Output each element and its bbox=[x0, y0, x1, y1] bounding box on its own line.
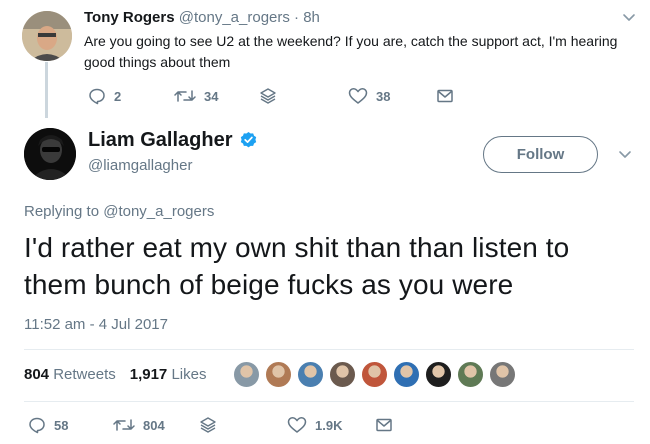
chevron-down-icon[interactable] bbox=[617, 147, 633, 163]
reply-button[interactable]: 2 bbox=[88, 87, 121, 105]
liker-avatar[interactable] bbox=[392, 360, 421, 389]
reply-icon bbox=[89, 88, 105, 105]
divider bbox=[24, 349, 634, 350]
liker-avatar[interactable] bbox=[360, 360, 389, 389]
likes-stat-count: 1,917 bbox=[129, 366, 168, 383]
engagement-stats: 804 Retweets 1,917 Likes bbox=[24, 366, 206, 383]
reply-count: 58 bbox=[54, 417, 69, 433]
retweets-stat-link[interactable]: 804 Retweets bbox=[24, 366, 116, 383]
like-count: 1.9K bbox=[315, 417, 343, 433]
replying-handle-link[interactable]: @tony_a_rogers bbox=[103, 203, 214, 220]
envelope-icon bbox=[376, 418, 392, 432]
likes-stat-link[interactable]: 1,917 Likes bbox=[130, 366, 207, 383]
replying-to: Replying to @tony_a_rogers bbox=[24, 203, 214, 220]
retweet-count: 34 bbox=[204, 88, 219, 104]
retweet-button[interactable]: 34 bbox=[174, 87, 218, 105]
message-button[interactable] bbox=[436, 87, 454, 105]
author-name-block: Liam Gallagher bbox=[88, 129, 258, 152]
divider bbox=[24, 401, 634, 402]
verified-badge-icon bbox=[240, 131, 256, 148]
retweets-stat-count: 804 bbox=[24, 366, 50, 383]
liker-avatar[interactable] bbox=[264, 360, 293, 389]
meta-separator: · bbox=[289, 9, 304, 26]
liker-avatar[interactable] bbox=[456, 360, 485, 389]
like-button[interactable]: 1.9K bbox=[287, 416, 342, 434]
heart-icon bbox=[348, 88, 368, 104]
reply-icon bbox=[29, 417, 45, 434]
avatar[interactable] bbox=[24, 128, 76, 180]
chevron-down-icon[interactable] bbox=[621, 10, 637, 26]
retweet-icon bbox=[113, 419, 135, 431]
retweet-icon bbox=[174, 90, 196, 102]
replying-prefix: Replying to bbox=[24, 203, 104, 220]
parent-tweet-text: Are you going to see U2 at the weekend? … bbox=[84, 33, 618, 70]
avatar[interactable] bbox=[22, 11, 72, 61]
stack-icon bbox=[200, 417, 216, 433]
like-count: 38 bbox=[376, 88, 391, 104]
thread-connector-line bbox=[45, 62, 48, 118]
liker-avatar[interactable] bbox=[488, 360, 517, 389]
avatar-image bbox=[22, 11, 72, 61]
reply-count: 2 bbox=[114, 88, 122, 104]
author-handle[interactable]: @liamgallagher bbox=[88, 157, 192, 174]
liker-avatar[interactable] bbox=[424, 360, 453, 389]
like-button[interactable]: 38 bbox=[348, 87, 390, 105]
liker-avatar[interactable] bbox=[296, 360, 325, 389]
stack-icon bbox=[260, 88, 276, 104]
retweet-count: 804 bbox=[143, 417, 165, 433]
author-name[interactable]: Liam Gallagher bbox=[88, 129, 233, 152]
message-button[interactable] bbox=[375, 416, 393, 434]
avatar-image bbox=[24, 128, 76, 180]
author-name[interactable]: Tony Rogers bbox=[84, 9, 175, 26]
retweets-stat-label: Retweets bbox=[53, 366, 116, 383]
follow-button[interactable]: Follow bbox=[483, 136, 598, 173]
liker-avatar[interactable] bbox=[232, 360, 261, 389]
author-handle[interactable]: @tony_a_rogers bbox=[179, 9, 290, 26]
stack-button[interactable] bbox=[199, 416, 217, 434]
reply-button[interactable]: 58 bbox=[28, 416, 68, 434]
tweet-text: I'd rather eat my own shit than than lis… bbox=[24, 232, 570, 300]
parent-tweet-header: Tony Rogers @tony_a_rogers · 8h bbox=[84, 9, 320, 26]
tweet-time[interactable]: 8h bbox=[303, 9, 320, 26]
retweet-button[interactable]: 804 bbox=[113, 416, 165, 434]
liker-avatar[interactable] bbox=[328, 360, 357, 389]
heart-icon bbox=[287, 417, 307, 433]
likes-stat-label: Likes bbox=[171, 366, 207, 383]
stack-button[interactable] bbox=[259, 87, 277, 105]
tweet-timestamp[interactable]: 11:52 am - 4 Jul 2017 bbox=[24, 316, 168, 333]
envelope-icon bbox=[437, 89, 453, 103]
